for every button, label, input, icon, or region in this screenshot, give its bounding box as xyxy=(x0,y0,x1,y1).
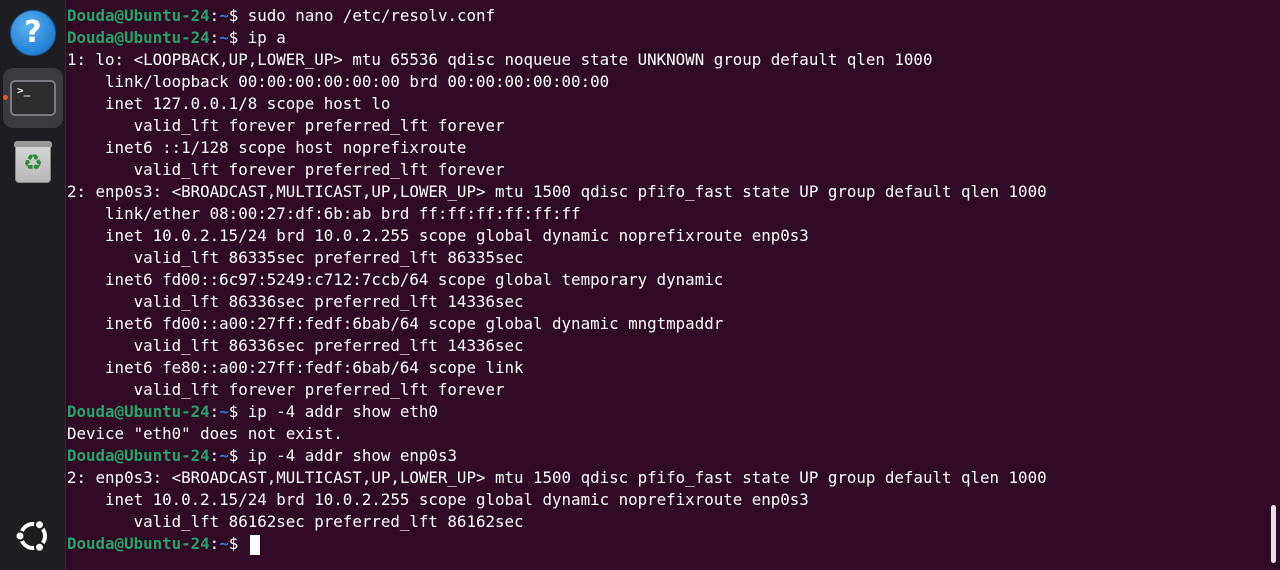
prompt-line: Douda@Ubuntu-24:~$ sudo nano /etc/resolv… xyxy=(67,5,495,27)
prompt-line: Douda@Ubuntu-24:~$ xyxy=(67,533,260,555)
output-line: link/ether 08:00:27:df:6b:ab brd ff:ff:f… xyxy=(67,204,581,223)
output-line: 1: lo: <LOOPBACK,UP,LOWER_UP> mtu 65536 … xyxy=(67,50,933,69)
prompt-user: Douda@Ubuntu-24 xyxy=(67,402,210,421)
dock: ? >_ ♻ xyxy=(0,0,66,570)
prompt-dollar: $ xyxy=(228,446,248,465)
terminal-icon: >_ xyxy=(10,80,56,116)
prompt-colon: : xyxy=(209,534,220,553)
output-line: valid_lft 86162sec preferred_lft 86162se… xyxy=(67,512,524,531)
running-indicator-dot xyxy=(3,95,8,100)
recycle-icon: ♻ xyxy=(23,151,43,176)
prompt-user: Douda@Ubuntu-24 xyxy=(67,446,210,465)
command-text: sudo nano /etc/resolv.conf xyxy=(247,6,496,25)
command-text: ip a xyxy=(247,28,286,47)
output-line: valid_lft forever preferred_lft forever xyxy=(67,160,505,179)
output-line: link/loopback 00:00:00:00:00:00 brd 00:0… xyxy=(67,72,610,91)
prompt-colon: : xyxy=(209,402,220,421)
prompt-user: Douda@Ubuntu-24 xyxy=(67,28,210,47)
output-line: inet6 fe80::a00:27ff:fedf:6bab/64 scope … xyxy=(67,358,524,377)
output-line: inet 10.0.2.15/24 brd 10.0.2.255 scope g… xyxy=(67,226,809,245)
output-line: inet6 fd00::a00:27ff:fedf:6bab/64 scope … xyxy=(67,314,724,333)
output-line: valid_lft 86335sec preferred_lft 86335se… xyxy=(67,248,524,267)
prompt-path: ~ xyxy=(219,446,229,465)
dock-item-trash[interactable]: ♻ xyxy=(0,138,66,186)
command-text: ip -4 addr show enp0s3 xyxy=(247,446,457,465)
dock-item-terminal[interactable]: >_ xyxy=(0,67,66,129)
output-line: inet 127.0.0.1/8 scope host lo xyxy=(67,94,391,113)
output-line: 2: enp0s3: <BROADCAST,MULTICAST,UP,LOWER… xyxy=(67,468,1047,487)
terminal-icon-glyph: >_ xyxy=(17,84,31,97)
prompt-path: ~ xyxy=(219,6,229,25)
trash-lid xyxy=(14,141,52,147)
prompt-path: ~ xyxy=(219,534,229,553)
trash-icon: ♻ xyxy=(14,141,52,183)
prompt-dollar: $ xyxy=(228,28,248,47)
terminal-scrollbar[interactable] xyxy=(1271,505,1276,563)
output-line: inet6 ::1/128 scope host noprefixroute xyxy=(67,138,467,157)
dock-item-show-apps[interactable] xyxy=(0,514,66,558)
output-line: 2: enp0s3: <BROADCAST,MULTICAST,UP,LOWER… xyxy=(67,182,1047,201)
prompt-line: Douda@Ubuntu-24:~$ ip -4 addr show eth0 xyxy=(67,401,438,423)
terminal-icon-wrap: >_ xyxy=(3,68,63,128)
ubuntu-logo-icon xyxy=(14,519,47,553)
help-icon-glyph: ? xyxy=(24,15,42,50)
output-line: valid_lft 86336sec preferred_lft 14336se… xyxy=(67,292,524,311)
dock-item-help[interactable]: ? xyxy=(0,8,66,58)
prompt-colon: : xyxy=(209,446,220,465)
prompt-dollar: $ xyxy=(228,534,248,553)
output-line: valid_lft forever preferred_lft forever xyxy=(67,380,505,399)
output-line: inet6 fd00::6c97:5249:c712:7ccb/64 scope… xyxy=(67,270,724,289)
prompt-path: ~ xyxy=(219,28,229,47)
prompt-path: ~ xyxy=(219,402,229,421)
text-cursor xyxy=(249,534,260,555)
command-text: ip -4 addr show eth0 xyxy=(247,402,438,421)
prompt-line: Douda@Ubuntu-24:~$ ip a xyxy=(67,27,286,49)
output-line: Device "eth0" does not exist. xyxy=(67,424,343,443)
prompt-colon: : xyxy=(209,6,220,25)
prompt-dollar: $ xyxy=(228,402,248,421)
output-line: valid_lft 86336sec preferred_lft 14336se… xyxy=(67,336,524,355)
prompt-line: Douda@Ubuntu-24:~$ ip -4 addr show enp0s… xyxy=(67,445,457,467)
help-icon: ? xyxy=(10,10,56,56)
output-line: inet 10.0.2.15/24 brd 10.0.2.255 scope g… xyxy=(67,490,809,509)
prompt-colon: : xyxy=(209,28,220,47)
prompt-user: Douda@Ubuntu-24 xyxy=(67,534,210,553)
prompt-dollar: $ xyxy=(228,6,248,25)
output-line: valid_lft forever preferred_lft forever xyxy=(67,116,505,135)
terminal-window[interactable]: Douda@Ubuntu-24:~$ sudo nano /etc/resolv… xyxy=(66,0,1280,570)
prompt-user: Douda@Ubuntu-24 xyxy=(67,6,210,25)
